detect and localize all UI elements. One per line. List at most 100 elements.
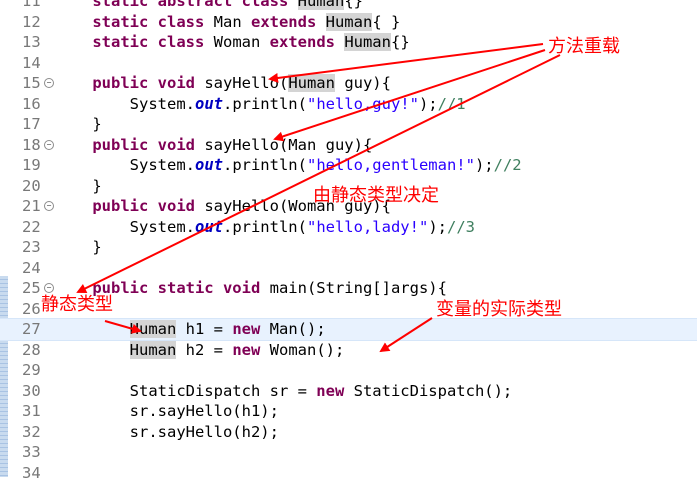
code-line[interactable]: 33 <box>0 442 697 463</box>
code-token: public void <box>92 197 204 215</box>
code-line[interactable]: 34 <box>0 463 697 483</box>
indent <box>55 115 92 133</box>
code-line[interactable]: 23 } <box>0 237 697 258</box>
code-token: static abstract class <box>92 0 297 10</box>
code-text: Human h1 = new Man(); <box>55 319 326 340</box>
code-token: "hello,lady!" <box>307 218 428 236</box>
line-number: 12 <box>22 12 52 33</box>
code-text: sr.sayHello(h2); <box>55 422 279 443</box>
line-number: 17 <box>22 114 52 135</box>
code-line[interactable]: 11 static abstract class Human{} <box>0 0 697 12</box>
line-number: 31 <box>22 401 52 422</box>
code-line[interactable]: 30 StaticDispatch sr = new StaticDispatc… <box>0 381 697 402</box>
code-token: new <box>232 320 269 338</box>
line-number: 29 <box>22 360 52 381</box>
code-token: out <box>195 156 223 174</box>
code-token: Human <box>326 13 373 31</box>
code-token: //2 <box>494 156 522 174</box>
code-token: } <box>92 115 101 133</box>
code-text: Human h2 = new Woman(); <box>55 340 344 361</box>
code-token: out <box>195 218 223 236</box>
line-number: 27 <box>22 319 52 340</box>
code-text: System.out.println("hello,gentleman!");/… <box>55 155 522 176</box>
code-line[interactable]: 12 static class Man extends Human{ } <box>0 12 697 33</box>
code-token: } <box>92 238 101 256</box>
annotation-static-type: 静态类型 <box>41 290 113 316</box>
annotation-actual-type: 变量的实际类型 <box>436 295 562 321</box>
line-number: 20 <box>22 176 52 197</box>
indent <box>55 320 130 338</box>
code-token: .println( <box>223 95 307 113</box>
indent <box>55 402 130 420</box>
code-token: .println( <box>223 218 307 236</box>
code-token: } <box>92 177 101 195</box>
indent <box>55 95 130 113</box>
indent <box>55 197 92 215</box>
code-token: //1 <box>438 95 466 113</box>
code-line[interactable]: 29 <box>0 360 697 381</box>
line-number: 11 <box>22 0 52 12</box>
code-line[interactable]: 16 System.out.println("hello,guy!");//1 <box>0 94 697 115</box>
code-token: StaticDispatch sr = <box>130 382 317 400</box>
code-text: static class Man extends Human{ } <box>55 12 400 33</box>
indent <box>55 0 92 10</box>
code-line[interactable]: 31 sr.sayHello(h1); <box>0 401 697 422</box>
code-text: System.out.println("hello,lady!");//3 <box>55 217 475 238</box>
indent <box>55 74 92 92</box>
code-token: Human <box>130 320 177 338</box>
indent <box>55 382 130 400</box>
code-line[interactable]: 18− public void sayHello(Man guy){ <box>0 135 697 156</box>
line-number: 30 <box>22 381 52 402</box>
line-number: 28 <box>22 340 52 361</box>
code-token: sayHello( <box>204 74 288 92</box>
code-line[interactable]: 15− public void sayHello(Human guy){ <box>0 73 697 94</box>
code-line[interactable]: 27 Human h1 = new Man(); <box>0 319 697 340</box>
indent <box>55 177 92 195</box>
code-token: System. <box>130 156 195 174</box>
code-line[interactable]: 32 sr.sayHello(h2); <box>0 422 697 443</box>
code-token: static class <box>92 33 213 51</box>
line-number: 32 <box>22 422 52 443</box>
code-token: sr.sayHello(h2); <box>130 423 279 441</box>
code-text: public static void main(String[]args){ <box>55 278 447 299</box>
fold-toggle-icon[interactable]: − <box>44 201 54 211</box>
code-text: StaticDispatch sr = new StaticDispatch()… <box>55 381 512 402</box>
fold-toggle-icon[interactable]: − <box>44 78 54 88</box>
code-text: public void sayHello(Human guy){ <box>55 73 391 94</box>
code-token: "hello,guy!" <box>307 95 419 113</box>
code-text: static class Woman extends Human{} <box>55 32 410 53</box>
code-line[interactable]: 19 System.out.println("hello,gentleman!"… <box>0 155 697 176</box>
code-token: Man(); <box>270 320 326 338</box>
indent <box>55 218 130 236</box>
code-line[interactable]: 22 System.out.println("hello,lady!");//3 <box>0 217 697 238</box>
code-token: new <box>316 382 353 400</box>
code-token: Man <box>214 13 251 31</box>
line-number: 19 <box>22 155 52 176</box>
code-token: System. <box>130 218 195 236</box>
code-line[interactable]: 28 Human h2 = new Woman(); <box>0 340 697 361</box>
annotation-overload: 方法重载 <box>548 32 620 58</box>
indent <box>55 341 130 359</box>
code-line[interactable]: 24 <box>0 258 697 279</box>
code-token: guy){ <box>335 74 391 92</box>
code-token: //3 <box>447 218 475 236</box>
indent <box>55 238 92 256</box>
indent <box>55 423 130 441</box>
code-token: extends <box>251 13 326 31</box>
code-text: public void sayHello(Man guy){ <box>55 135 372 156</box>
code-token: {} <box>391 33 410 51</box>
fold-toggle-icon[interactable]: − <box>44 140 54 150</box>
code-token: StaticDispatch(); <box>354 382 513 400</box>
indent <box>55 13 92 31</box>
code-line[interactable]: 17 } <box>0 114 697 135</box>
code-token: Woman(); <box>270 341 345 359</box>
line-number: 24 <box>22 258 52 279</box>
code-text: } <box>55 237 102 258</box>
code-token: public static void <box>92 279 269 297</box>
code-token: main(String[]args){ <box>270 279 447 297</box>
code-token: Woman <box>214 33 270 51</box>
code-text: } <box>55 114 102 135</box>
line-number: 16 <box>22 94 52 115</box>
indent <box>55 136 92 154</box>
line-number: 34 <box>22 463 52 483</box>
